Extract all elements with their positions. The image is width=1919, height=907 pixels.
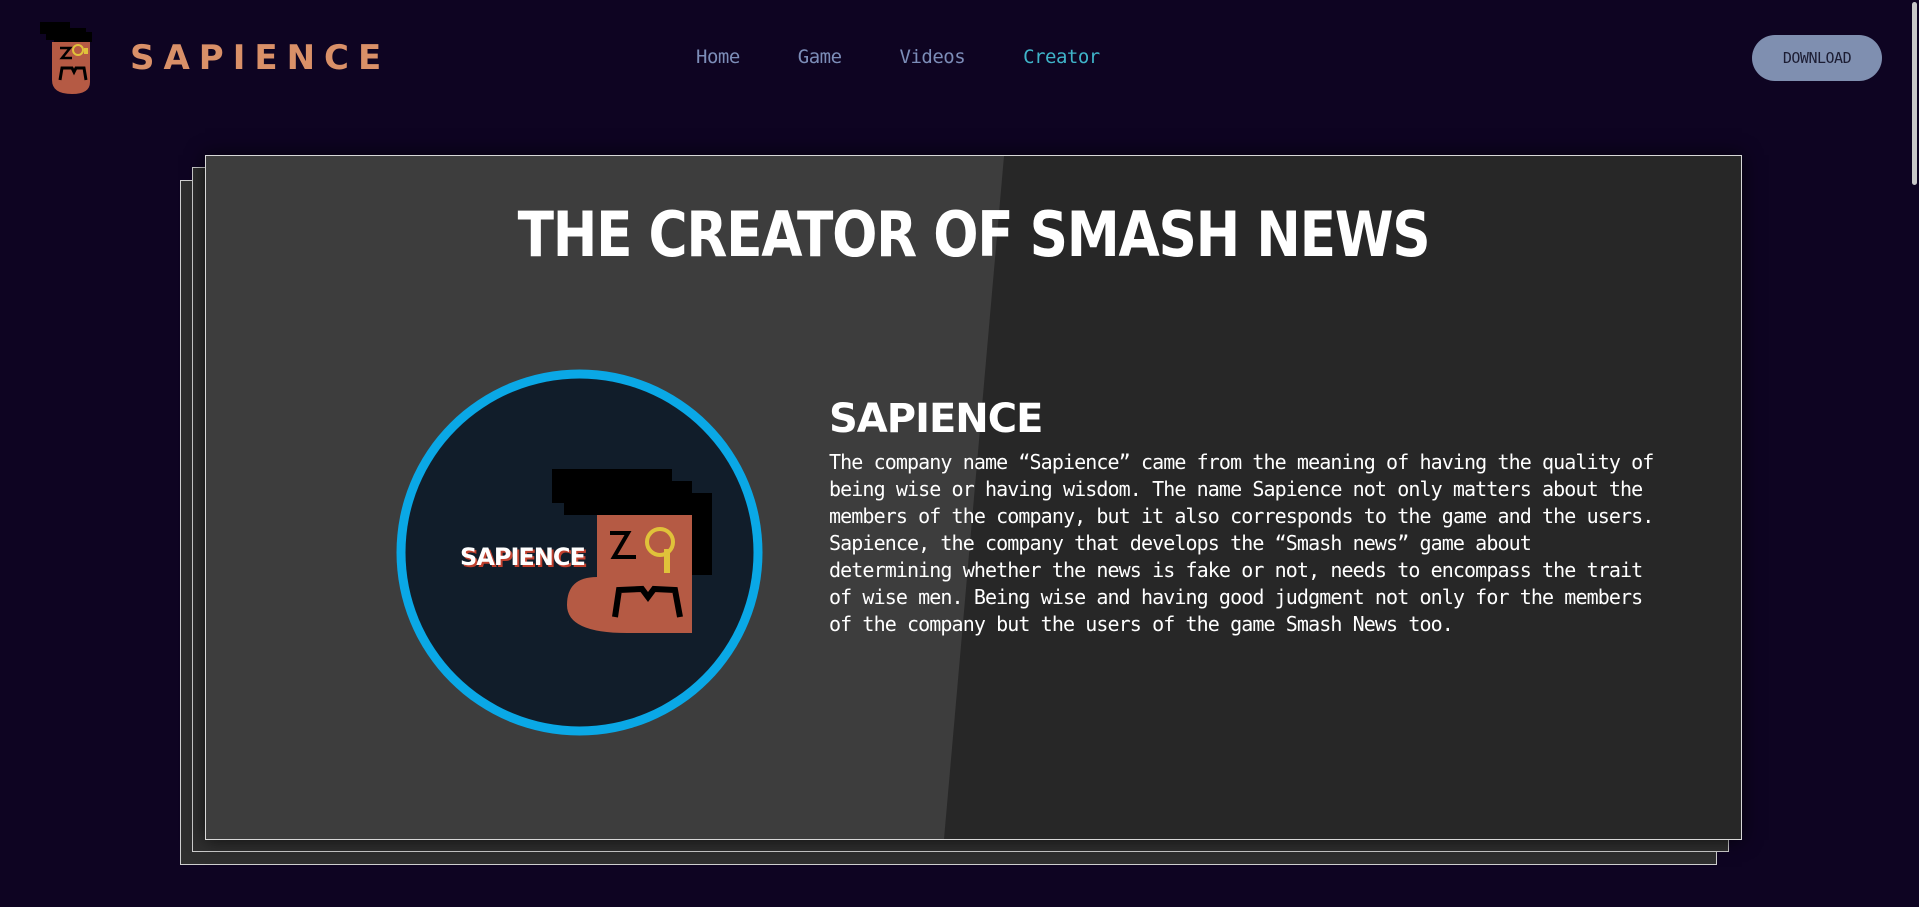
creator-description: The company name “Sapience” came from th…	[829, 450, 1654, 636]
brand-name: SAPIENCE	[130, 38, 391, 78]
avatar-wordmark: SAPIENCE	[460, 543, 586, 571]
creator-name: SAPIENCE	[829, 396, 1043, 442]
nav-game[interactable]: Game	[798, 46, 842, 68]
page-title: THE CREATOR OF SMASH NEWS	[517, 198, 1431, 271]
nav-videos[interactable]: Videos	[900, 46, 966, 68]
scrollbar[interactable]	[1909, 0, 1919, 907]
sapience-mascot-icon	[40, 22, 92, 94]
main-nav: Home Game Videos Creator	[696, 46, 1158, 68]
nav-creator[interactable]: Creator	[1023, 46, 1100, 68]
creator-card: THE CREATOR OF SMASH NEWS SAPIENCE SAPIE…	[205, 155, 1742, 840]
download-button[interactable]: DOWNLOAD	[1752, 35, 1882, 81]
nav-home[interactable]: Home	[696, 46, 740, 68]
scrollbar-thumb[interactable]	[1912, 2, 1917, 185]
brand[interactable]: SAPIENCE	[40, 22, 390, 94]
creator-avatar: SAPIENCE	[392, 365, 767, 740]
page: SAPIENCE Home Game Videos Creator DOWNLO…	[0, 0, 1919, 907]
